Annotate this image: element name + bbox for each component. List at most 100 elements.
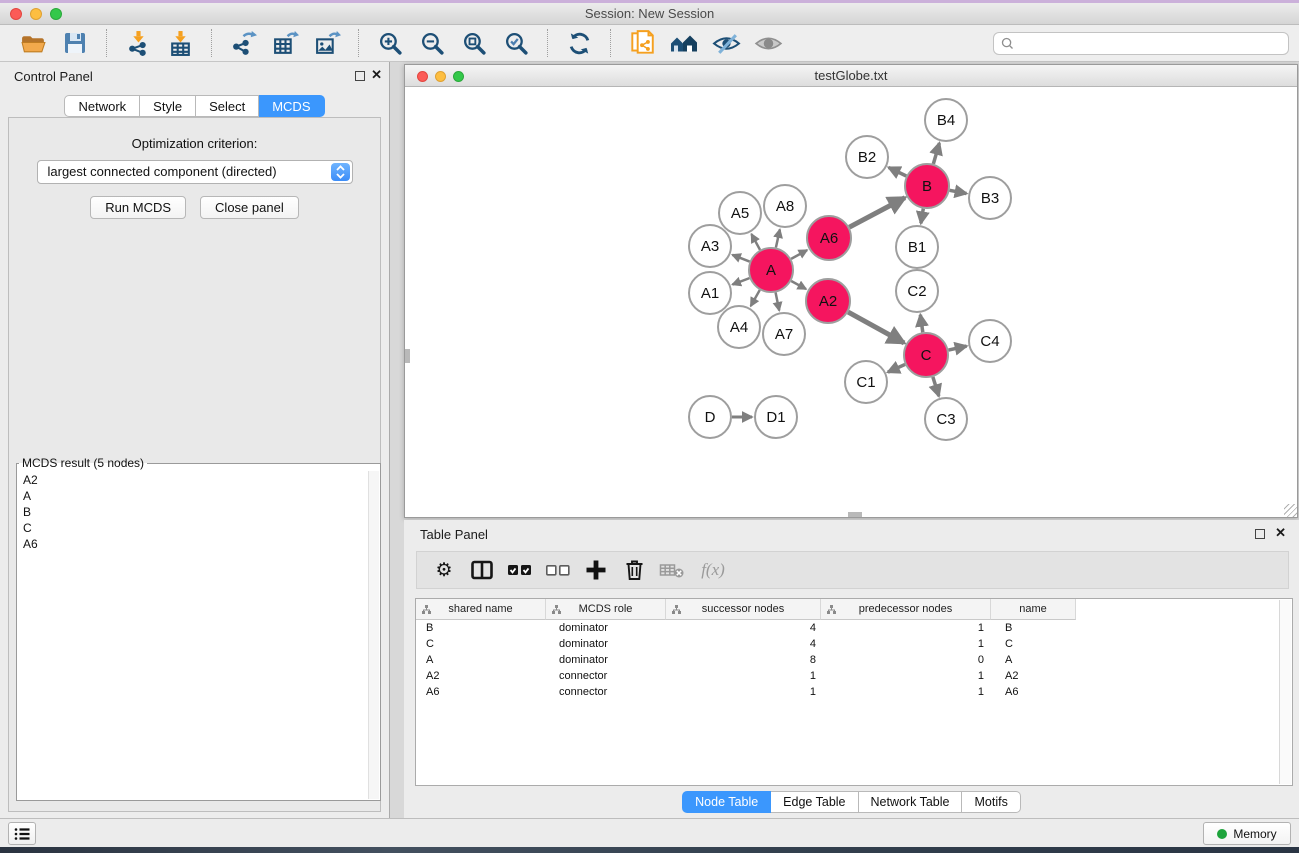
node-A[interactable]: A xyxy=(749,248,793,292)
node-C3[interactable]: C3 xyxy=(925,398,967,440)
select-all-checkboxes-icon[interactable] xyxy=(503,555,537,585)
network-window-titlebar[interactable]: testGlobe.txt xyxy=(405,65,1297,87)
edge-C-C4[interactable] xyxy=(948,346,966,350)
export-table-icon[interactable] xyxy=(270,28,300,58)
node-A8[interactable]: A8 xyxy=(764,185,806,227)
table-settings-gear-icon[interactable]: ⚙ xyxy=(427,555,461,585)
table-row[interactable]: Adominator80A xyxy=(416,652,1292,668)
edge-A-A3[interactable] xyxy=(732,255,749,262)
edge-B-B2[interactable] xyxy=(889,167,907,176)
node-C1[interactable]: C1 xyxy=(845,361,887,403)
task-history-button[interactable] xyxy=(8,822,36,845)
edge-A-A2[interactable] xyxy=(791,281,806,289)
tab-style[interactable]: Style xyxy=(140,95,196,117)
node-B2[interactable]: B2 xyxy=(846,136,888,178)
import-network-icon[interactable] xyxy=(123,28,153,58)
edge-B-B1[interactable] xyxy=(921,209,923,224)
criterion-dropdown[interactable]: largest connected component (directed) xyxy=(37,160,353,184)
horizontal-pan-thumb[interactable] xyxy=(848,512,862,517)
node-A2[interactable]: A2 xyxy=(806,279,850,323)
edge-B-B4[interactable] xyxy=(933,143,939,164)
resize-handle-icon[interactable] xyxy=(1284,504,1297,517)
edge-C-C3[interactable] xyxy=(933,377,939,396)
network-zoom-icon[interactable] xyxy=(453,71,464,82)
run-mcds-button[interactable]: Run MCDS xyxy=(90,196,186,219)
export-network-icon[interactable] xyxy=(228,28,258,58)
node-B3[interactable]: B3 xyxy=(969,177,1011,219)
minimize-window-icon[interactable] xyxy=(30,8,42,20)
edge-A-A6[interactable] xyxy=(791,250,807,259)
node-C[interactable]: C xyxy=(904,333,948,377)
close-panel-button[interactable]: Close panel xyxy=(200,196,299,219)
float-panel-icon[interactable] xyxy=(355,71,365,81)
mcds-result-item[interactable]: C xyxy=(23,520,380,536)
node-D[interactable]: D xyxy=(689,396,731,438)
tab-select[interactable]: Select xyxy=(196,95,259,117)
show-all-eye-icon[interactable] xyxy=(753,28,783,58)
node-B4[interactable]: B4 xyxy=(925,99,967,141)
node-A3[interactable]: A3 xyxy=(689,225,731,267)
node-A7[interactable]: A7 xyxy=(763,313,805,355)
column-header-shared-name[interactable]: shared name xyxy=(416,599,546,620)
mcds-result-item[interactable]: B xyxy=(23,504,380,520)
table-row[interactable]: Cdominator41C xyxy=(416,636,1292,652)
zoom-selected-icon[interactable] xyxy=(501,28,531,58)
table-row[interactable]: A6connector11A6 xyxy=(416,684,1292,700)
edge-C-C2[interactable] xyxy=(920,315,922,332)
edge-A-A1[interactable] xyxy=(732,278,749,284)
float-table-panel-icon[interactable] xyxy=(1255,529,1265,539)
edge-A6-B[interactable] xyxy=(849,198,905,228)
zoom-out-icon[interactable] xyxy=(417,28,447,58)
node-A4[interactable]: A4 xyxy=(718,306,760,348)
node-A6[interactable]: A6 xyxy=(807,216,851,260)
node-A5[interactable]: A5 xyxy=(719,192,761,234)
vertical-pan-thumb[interactable] xyxy=(405,349,410,363)
column-header-predecessor-nodes[interactable]: predecessor nodes xyxy=(821,599,991,620)
mcds-result-item[interactable]: A6 xyxy=(23,536,380,552)
zoom-window-icon[interactable] xyxy=(50,8,62,20)
network-close-icon[interactable] xyxy=(417,71,428,82)
tab-mcds[interactable]: MCDS xyxy=(259,95,324,117)
function-builder-icon[interactable]: f(x) xyxy=(693,555,727,585)
mcds-result-item[interactable]: A2 xyxy=(23,472,380,488)
edge-A2-C[interactable] xyxy=(848,312,904,343)
mcds-result-item[interactable]: A xyxy=(23,488,380,504)
table-row[interactable]: Bdominator41B xyxy=(416,620,1292,636)
search-field[interactable] xyxy=(993,32,1289,55)
save-session-icon[interactable] xyxy=(60,28,90,58)
table-row[interactable]: A2connector11A2 xyxy=(416,668,1292,684)
edge-A-A7[interactable] xyxy=(776,293,780,311)
refresh-layout-icon[interactable] xyxy=(564,28,594,58)
close-window-icon[interactable] xyxy=(10,8,22,20)
tab-network[interactable]: Network xyxy=(64,95,140,117)
tab-edge-table[interactable]: Edge Table xyxy=(771,791,858,813)
deselect-all-checkboxes-icon[interactable] xyxy=(541,555,575,585)
home-neighbors-icon[interactable] xyxy=(669,28,699,58)
column-header-successor-nodes[interactable]: successor nodes xyxy=(666,599,821,620)
search-input[interactable] xyxy=(1019,37,1288,51)
mcds-result-scrollbar[interactable] xyxy=(368,471,379,799)
node-C4[interactable]: C4 xyxy=(969,320,1011,362)
edge-C-C1[interactable] xyxy=(888,364,905,372)
edge-A-A4[interactable] xyxy=(751,290,760,306)
table-scrollbar[interactable] xyxy=(1279,600,1291,784)
export-image-icon[interactable] xyxy=(312,28,342,58)
close-panel-icon[interactable]: ✕ xyxy=(371,67,382,83)
close-table-panel-icon[interactable]: ✕ xyxy=(1275,525,1286,541)
import-table-icon[interactable] xyxy=(165,28,195,58)
edge-A-A5[interactable] xyxy=(751,234,760,250)
show-column-icon[interactable] xyxy=(465,555,499,585)
network-canvas[interactable]: B4B2BB3A5A8A6A3B1AA1C2A2A4A7C4CC1C3DD1 xyxy=(405,87,1297,517)
zoom-fit-icon[interactable] xyxy=(459,28,489,58)
hide-selected-eye-icon[interactable] xyxy=(711,28,741,58)
memory-button[interactable]: Memory xyxy=(1203,822,1291,845)
node-attribute-table[interactable]: shared nameMCDS rolesuccessor nodesprede… xyxy=(415,598,1293,786)
node-C2[interactable]: C2 xyxy=(896,270,938,312)
tab-motifs[interactable]: Motifs xyxy=(962,791,1020,813)
edge-A-A8[interactable] xyxy=(776,229,780,247)
duplicate-network-icon[interactable] xyxy=(627,28,657,58)
network-minimize-icon[interactable] xyxy=(435,71,446,82)
add-column-icon[interactable] xyxy=(579,555,613,585)
node-A1[interactable]: A1 xyxy=(689,272,731,314)
edge-B-B3[interactable] xyxy=(950,190,967,193)
